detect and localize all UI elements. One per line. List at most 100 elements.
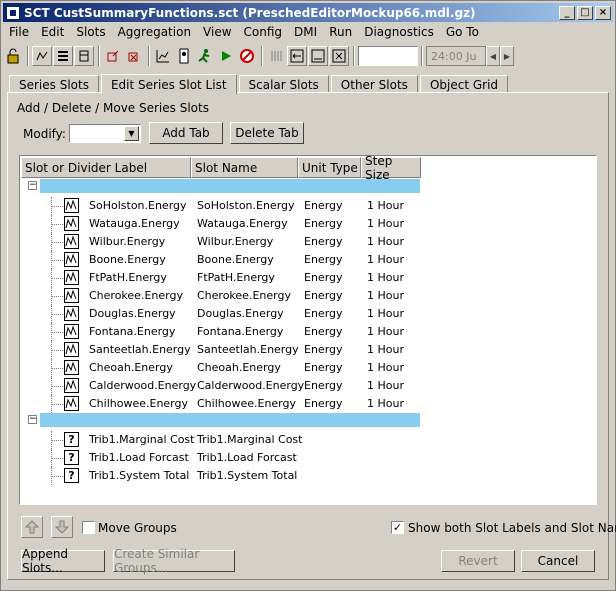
slot-tree[interactable]: Slot or Divider Label Slot Name Unit Typ… [19,155,597,505]
play-icon[interactable] [216,46,236,66]
series-icon [64,234,79,249]
slot-name: Trib1.Marginal Cost [197,433,303,446]
show-both-label: Show both Slot Labels and Slot Names [408,521,616,535]
menu-run[interactable]: Run [323,25,358,39]
slot-name: Watauga.Energy [197,217,288,230]
column-header-unit[interactable]: Unit Type [298,157,361,178]
divider-row[interactable] [40,413,420,427]
tab-object-grid[interactable]: Object Grid [419,75,509,93]
slot-label: Cherokee.Energy [89,289,183,302]
tab-series-slots[interactable]: Series Slots [9,75,99,93]
close-button[interactable]: × [595,5,611,20]
chevron-down-icon[interactable]: ▼ [124,126,139,141]
append-slots-button[interactable]: Append Slots... [21,547,105,575]
table-row[interactable]: Santeetlah.Energy Santeetlah.Energy Energy… [21,341,441,359]
series-icon [64,378,79,393]
table-row[interactable]: ? Trib1.Load Forcast Trib1.Load Forcast [21,449,441,467]
columns-icon[interactable] [74,46,94,66]
time-prev-button[interactable]: ◀ [486,46,500,66]
table-row[interactable]: Cherokee.Energy Cherokee.Energy Energy 1 Ho… [21,287,441,305]
menu-bar: File Edit Slots Aggregation View Config DMI Run… [3,23,613,41]
series-slot-icon[interactable] [32,46,52,66]
move-up-button[interactable] [21,516,43,538]
toolbar-separator [98,46,100,66]
config-icon[interactable] [174,46,194,66]
close-slot-icon[interactable] [124,46,144,66]
unit-type: Energy [304,271,343,284]
menu-aggregation[interactable]: Aggregation [112,25,197,39]
align-left-icon[interactable] [287,46,307,66]
table-row[interactable]: Calderwood.Energy Calderwood.Energy Energy… [21,377,441,395]
unit-type: Energy [304,307,343,320]
time-display[interactable]: 24:00 Ju [426,46,486,66]
menu-go-to[interactable]: Go To [440,25,485,39]
modify-label: Modify: [23,127,66,141]
table-row[interactable]: FtPatH.Energy FtPatH.Energy Energy 1 Hour [21,269,441,287]
step-size: 1 Hour [367,307,404,320]
collapse-toggle[interactable]: − [28,415,37,424]
toolbar-separator [421,46,423,66]
step-size: 1 Hour [367,253,404,266]
column-header-label[interactable]: Slot or Divider Label [21,157,191,178]
menu-config[interactable]: Config [238,25,289,39]
lock-icon[interactable] [3,46,23,66]
maximize-button[interactable]: □ [577,5,593,20]
slot-label: Boone.Energy [89,253,166,266]
slot-name: Trib1.System Total [197,469,298,482]
modify-dropdown[interactable]: ▼ [69,124,141,143]
table-row[interactable]: Cheoah.Energy Cheoah.Energy Energy 1 Hour [21,359,441,377]
tree-line [51,458,63,459]
table-row[interactable]: Watauga.Energy Watauga.Energy Energy 1 Hour [21,215,441,233]
revert-button[interactable]: Revert [441,550,515,572]
delete-tab-button[interactable]: Delete Tab [230,122,304,144]
tab-edit-series-slot-list[interactable]: Edit Series Slot List [100,74,237,94]
list-icon[interactable] [53,46,73,66]
cancel-button[interactable]: Cancel [521,550,595,572]
menu-file[interactable]: File [3,25,35,39]
menu-view[interactable]: View [197,25,237,39]
bars-icon[interactable] [266,46,286,66]
menu-dmi[interactable]: DMI [288,25,323,39]
section-heading: Add / Delete / Move Series Slots [17,101,209,115]
stop-icon[interactable] [237,46,257,66]
plot-icon[interactable] [153,46,173,66]
table-row[interactable]: Boone.Energy Boone.Energy Energy 1 Hour [21,251,441,269]
move-down-button[interactable] [51,516,73,538]
create-similar-groups-button[interactable]: Create Similar Groups... [113,547,235,575]
table-row[interactable]: Chilhowee.Energy Chilhowee.Energy Energy 1 … [21,395,441,413]
column-header-step[interactable]: Step Size [361,156,421,182]
table-row[interactable]: ? Trib1.System Total Trib1.System Total [21,467,441,485]
tree-line [51,404,63,405]
menu-diagnostics[interactable]: Diagnostics [358,25,440,39]
move-groups-checkbox[interactable] [82,521,95,534]
time-next-button[interactable]: ▶ [500,46,514,66]
menu-slots[interactable]: Slots [70,25,111,39]
add-tab-button[interactable]: Add Tab [149,122,223,144]
collapse-toggle[interactable]: − [28,181,37,190]
tab-other-slots[interactable]: Other Slots [330,75,418,93]
tab-scalar-slots[interactable]: Scalar Slots [238,75,329,93]
align-bottom-icon[interactable] [308,46,328,66]
minimize-button[interactable]: _ [559,5,575,20]
toolbar-input[interactable] [358,46,418,66]
open-slot-icon[interactable] [103,46,123,66]
tree-line [51,368,63,369]
table-row[interactable]: Fontana.Energy Fontana.Energy Energy 1 Hour [21,323,441,341]
fit-icon[interactable] [329,46,349,66]
column-header-name[interactable]: Slot Name [191,157,298,178]
menu-edit[interactable]: Edit [35,25,70,39]
tree-line [51,278,63,279]
table-row[interactable]: SoHolston.Energy SoHolston.Energy Energy 1 … [21,197,441,215]
divider-row[interactable] [40,179,420,193]
slot-name: Douglas.Energy [197,307,284,320]
run-man-icon[interactable] [195,46,215,66]
series-icon [64,306,79,321]
step-size: 1 Hour [367,199,404,212]
table-row[interactable]: Douglas.Energy Douglas.Energy Energy 1 Hour [21,305,441,323]
series-icon [64,342,79,357]
table-row[interactable]: Wilbur.Energy Wilbur.Energy Energy 1 Hour [21,233,441,251]
show-both-checkbox[interactable]: ✓ [391,521,404,534]
slot-name: Boone.Energy [197,253,274,266]
table-row[interactable]: ? Trib1.Marginal Cost Trib1.Marginal Cost [21,431,441,449]
toolbar-separator [261,46,263,66]
